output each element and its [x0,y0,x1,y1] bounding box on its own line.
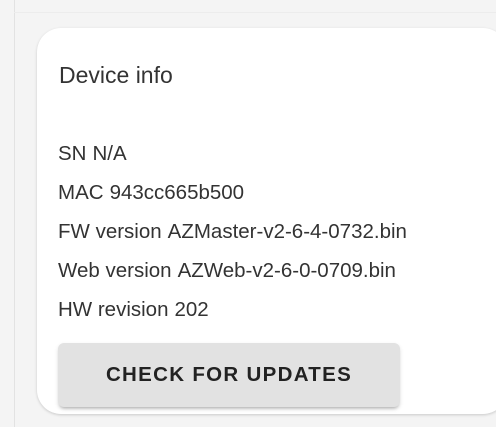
info-row-web-version: Web version AZWeb-v2-6-0-0709.bin [58,251,407,290]
info-label: HW revision [58,298,169,321]
top-divider [14,12,496,13]
device-info-list: SN N/A MAC 943cc665b500 FW version AZMaster… [58,134,407,329]
info-row-fw-version: FW version AZMaster-v2-6-4-0732.bin [58,212,407,251]
info-label: Web version [58,259,172,282]
info-row-mac: MAC 943cc665b500 [58,173,407,212]
card-title: Device info [59,62,173,88]
device-info-card: Device info SN N/A MAC 943cc665b500 FW ver… [37,28,496,414]
check-for-updates-button[interactable]: CHECK FOR UPDATES [58,343,400,407]
info-value: 202 [174,298,209,321]
page: Device info SN N/A MAC 943cc665b500 FW ver… [0,0,496,427]
info-value: 943cc665b500 [109,181,245,204]
info-value: AZMaster-v2-6-4-0732.bin [167,220,407,243]
info-value: N/A [92,142,127,165]
info-value: AZWeb-v2-6-0-0709.bin [177,259,396,282]
info-label: MAC [58,181,104,204]
info-row-hw-revision: HW revision 202 [58,290,407,329]
panel-divider [14,0,15,427]
info-label: SN [58,142,87,165]
info-label: FW version [58,220,162,243]
info-row-serial-number: SN N/A [58,134,407,173]
